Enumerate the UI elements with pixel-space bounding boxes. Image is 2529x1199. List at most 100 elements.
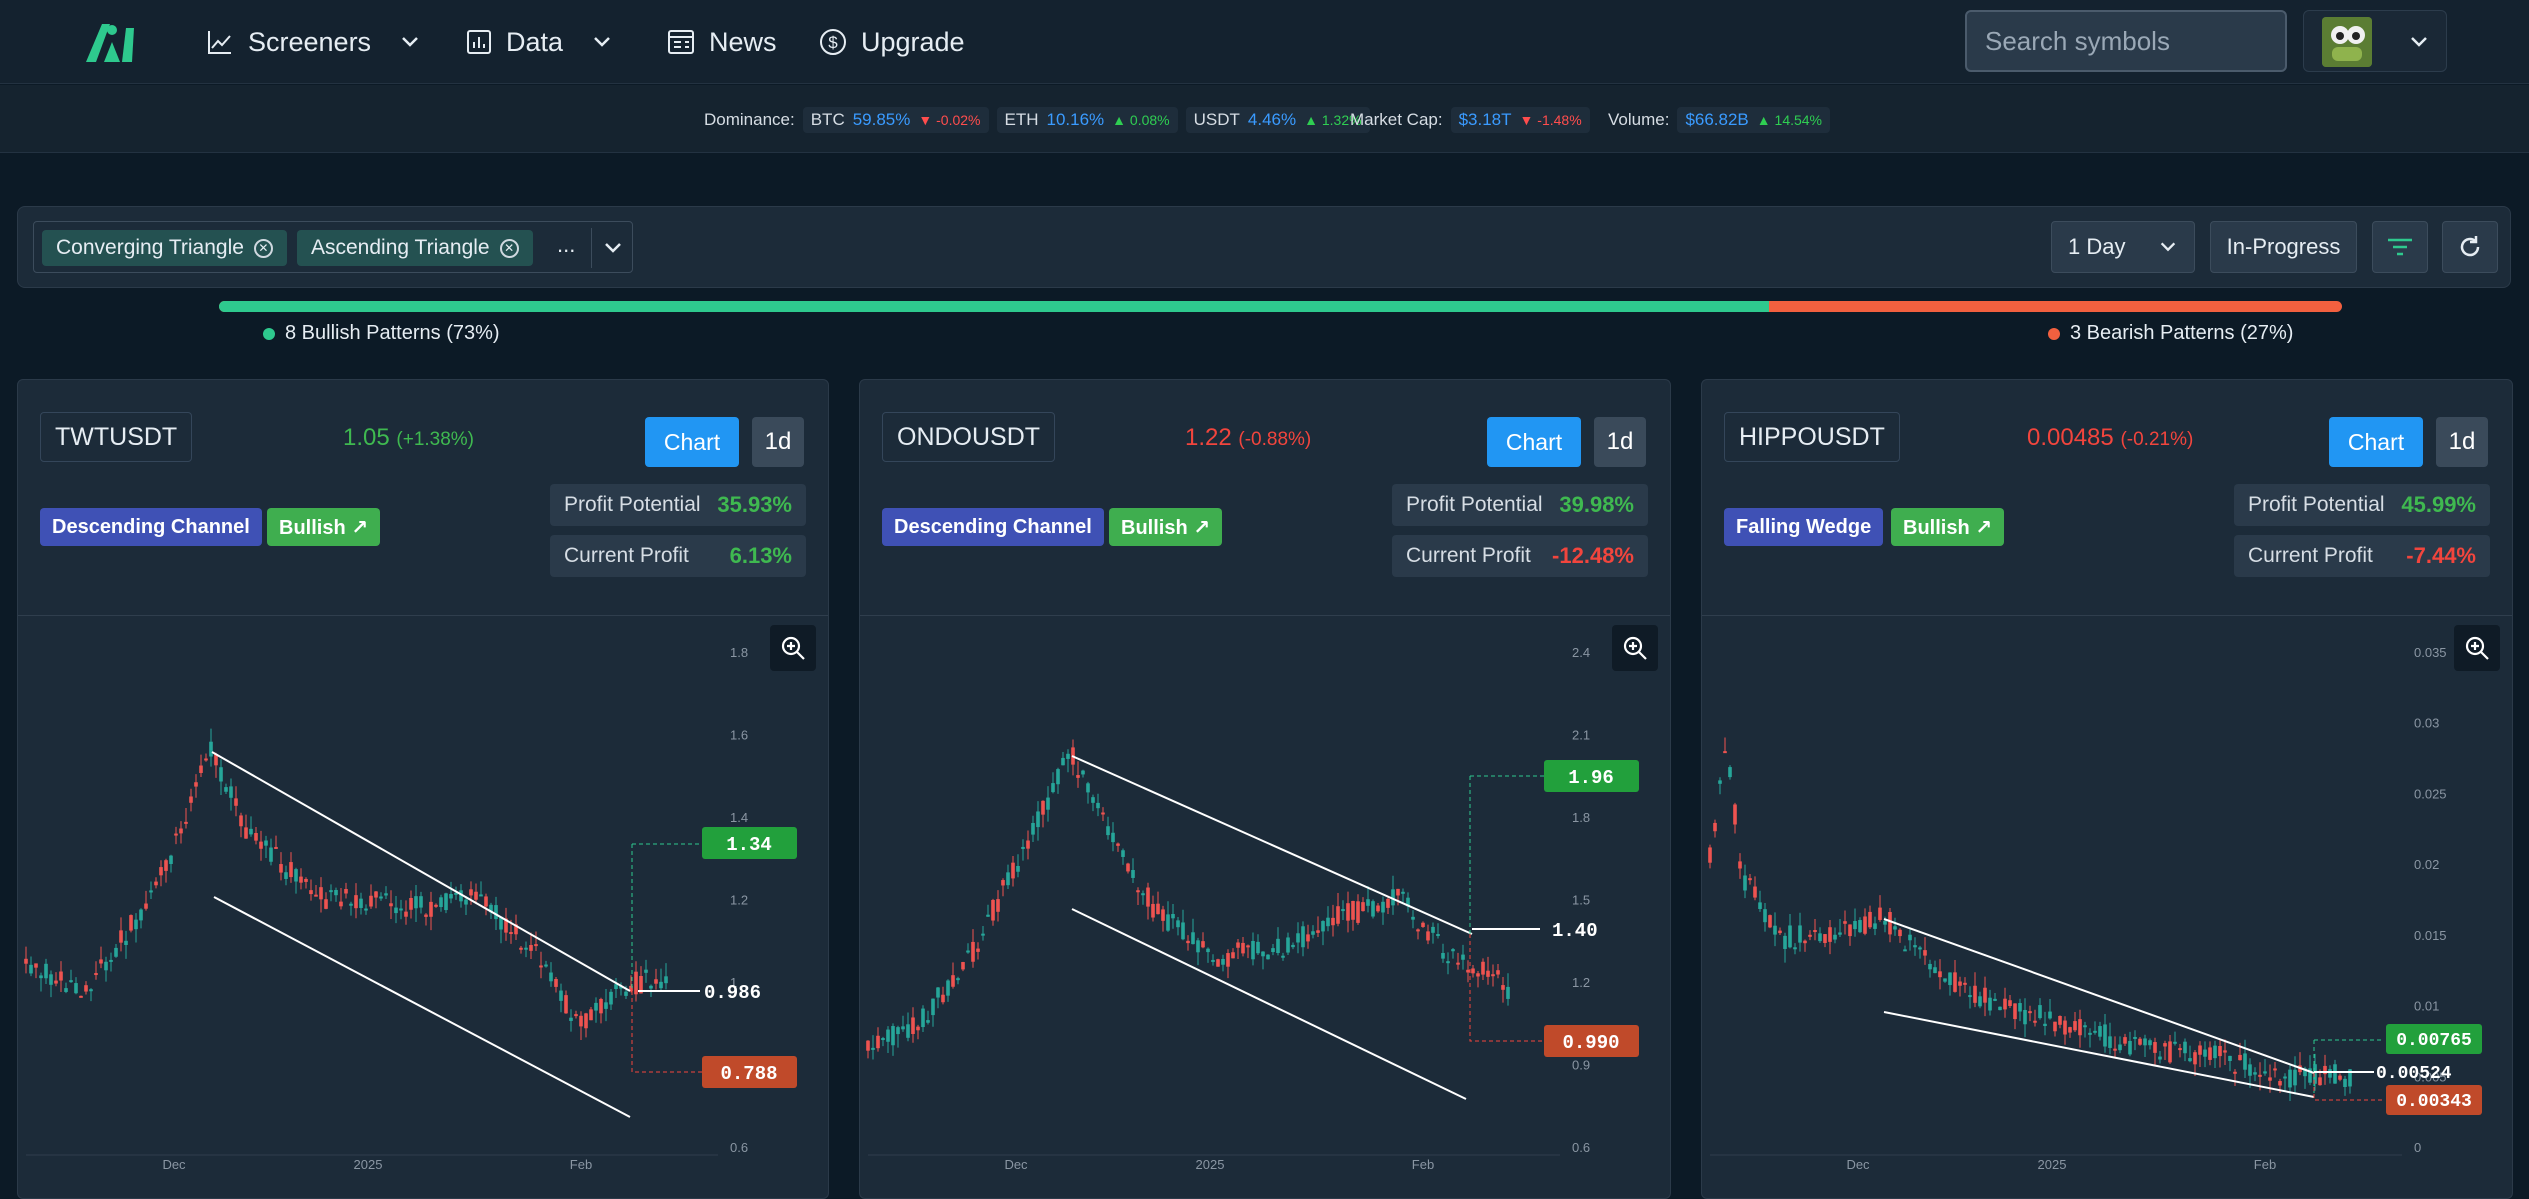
candle-body xyxy=(204,758,208,761)
nav-data[interactable]: Data xyxy=(466,22,613,62)
candle-body xyxy=(1266,954,1270,960)
candle-body xyxy=(1491,974,1495,977)
candle-body xyxy=(2003,998,2007,1010)
symbol-label[interactable]: TWTUSDT xyxy=(40,412,193,462)
timeframe-value: 1 Day xyxy=(2068,234,2126,259)
candle-body xyxy=(1311,931,1315,935)
candle-body xyxy=(1026,840,1030,849)
stop-value: 0.990 xyxy=(1562,1032,1619,1054)
candle-body xyxy=(2138,1038,2142,1045)
candle-body xyxy=(154,881,158,886)
pattern-card: TWTUSDT 1.05 (+1.38%) Chart 1d Descendin… xyxy=(17,379,829,1199)
y-tick-label: 0 xyxy=(2414,1140,2421,1155)
close-icon[interactable]: ✕ xyxy=(253,238,273,258)
candle-body xyxy=(2018,1003,2022,1012)
candle-body xyxy=(2218,1046,2222,1057)
timeframe-button[interactable]: 1d xyxy=(752,417,804,467)
candle-body xyxy=(424,914,428,917)
refresh-button[interactable] xyxy=(2442,221,2498,273)
candle-body xyxy=(1758,902,1762,909)
candle-body xyxy=(1041,800,1045,815)
candle-body xyxy=(384,893,388,896)
candle-body xyxy=(1793,947,1797,950)
candle-body xyxy=(2078,1019,2082,1036)
candle-body xyxy=(2093,1030,2097,1033)
candle-body xyxy=(2113,1048,2117,1051)
candle-body xyxy=(2188,1058,2192,1062)
status-select[interactable]: In-Progress xyxy=(2210,221,2357,273)
candle-body xyxy=(434,904,438,907)
timeframe-button[interactable]: 1d xyxy=(2436,417,2488,467)
candle-body xyxy=(1396,888,1400,896)
y-tick-label: 0.6 xyxy=(1572,1140,1590,1155)
logo-icon[interactable] xyxy=(82,18,138,64)
candle-body xyxy=(2343,1078,2347,1087)
candle-body xyxy=(1753,886,1757,898)
user-menu[interactable] xyxy=(2303,10,2447,72)
candle-body xyxy=(1833,934,1837,940)
candle-body xyxy=(1236,942,1240,948)
candle-body xyxy=(1893,926,1897,930)
candle-body xyxy=(329,890,333,893)
candle-body xyxy=(2233,1071,2237,1074)
candle-body xyxy=(1823,934,1827,944)
eth-change: ▲ 0.08% xyxy=(1112,112,1170,128)
symbol-label[interactable]: HIPPOUSDT xyxy=(1724,412,1900,462)
pattern-chip[interactable]: Ascending Triangle ✕ xyxy=(297,230,533,266)
candle-body xyxy=(1336,906,1340,924)
candlestick-chart[interactable]: 0.035 0.03 0.025 0.02 0.015 0.01 0.005 0 Dec 202… xyxy=(1702,617,2512,1198)
candle-body xyxy=(189,796,193,803)
price-change: (+1.38%) xyxy=(396,429,475,450)
candle-body xyxy=(104,961,108,971)
x-tick-label: Feb xyxy=(570,1157,592,1172)
close-icon[interactable]: ✕ xyxy=(499,238,519,258)
bullish-legend: 8 Bullish Patterns (73%) xyxy=(263,322,500,345)
candle-body xyxy=(1011,862,1015,879)
zoom-button[interactable] xyxy=(1612,625,1658,671)
pattern-multiselect[interactable]: Converging Triangle ✕ Ascending Triangle… xyxy=(33,221,633,273)
candle-body xyxy=(2063,1020,2067,1035)
filter-button[interactable] xyxy=(2372,221,2428,273)
candlestick-chart[interactable]: 2.4 2.1 1.8 1.5 1.2 0.9 0.6 Dec 2025 Feb 1.96 1.… xyxy=(860,617,1670,1198)
candle-body xyxy=(59,971,63,981)
candle-body xyxy=(1241,942,1245,954)
chip-label: Converging Triangle xyxy=(56,236,244,259)
candle-body xyxy=(1341,909,1345,912)
chevron-down-icon[interactable] xyxy=(602,237,624,259)
candle-body xyxy=(1221,958,1225,965)
nav-news[interactable]: News xyxy=(667,22,777,62)
chart-button[interactable]: Chart xyxy=(1487,417,1581,467)
pattern-card: HIPPOUSDT 0.00485 (-0.21%) Chart 1d Fall… xyxy=(1701,379,2513,1199)
candlestick-chart[interactable]: 1.81.61.41.210.80.6 Dec2025Feb 1.34 0.98… xyxy=(18,617,828,1198)
symbol-label[interactable]: ONDOUSDT xyxy=(882,412,1056,462)
chart-button[interactable]: Chart xyxy=(2329,417,2423,467)
pattern-chip[interactable]: Converging Triangle ✕ xyxy=(42,230,287,266)
candle-body xyxy=(1161,909,1165,921)
zoom-button[interactable] xyxy=(770,625,816,671)
candle-body xyxy=(474,891,478,900)
search-input[interactable] xyxy=(1965,10,2287,72)
candle-body xyxy=(1798,925,1802,943)
metric-value: 45.99% xyxy=(2401,492,2476,517)
candle-body xyxy=(179,828,183,834)
candle-body xyxy=(1913,945,1917,948)
timeframe-button[interactable]: 1d xyxy=(1594,417,1646,467)
candle-body xyxy=(1306,934,1310,942)
wedge-upper-line xyxy=(1883,918,2315,1074)
volume-pill: $66.82B ▲ 14.54% xyxy=(1677,107,1831,133)
nav-upgrade[interactable]: $ Upgrade xyxy=(819,22,965,62)
candle-body xyxy=(1783,935,1787,949)
timeframe-select[interactable]: 1 Day xyxy=(2051,221,2195,273)
candle-body xyxy=(1988,997,1992,1011)
metric-value: -12.48% xyxy=(1552,543,1634,568)
candle-body xyxy=(1828,927,1832,942)
candle-body xyxy=(2133,1036,2137,1039)
nav-screeners[interactable]: Screeners xyxy=(206,22,421,62)
candle-body xyxy=(1366,899,1370,906)
candle-body xyxy=(1446,961,1450,964)
candle-body xyxy=(1376,905,1380,912)
zoom-button[interactable] xyxy=(2454,625,2500,671)
candle-body xyxy=(1411,916,1415,920)
chart-button[interactable]: Chart xyxy=(645,417,739,467)
nav-upgrade-label: Upgrade xyxy=(861,26,965,57)
